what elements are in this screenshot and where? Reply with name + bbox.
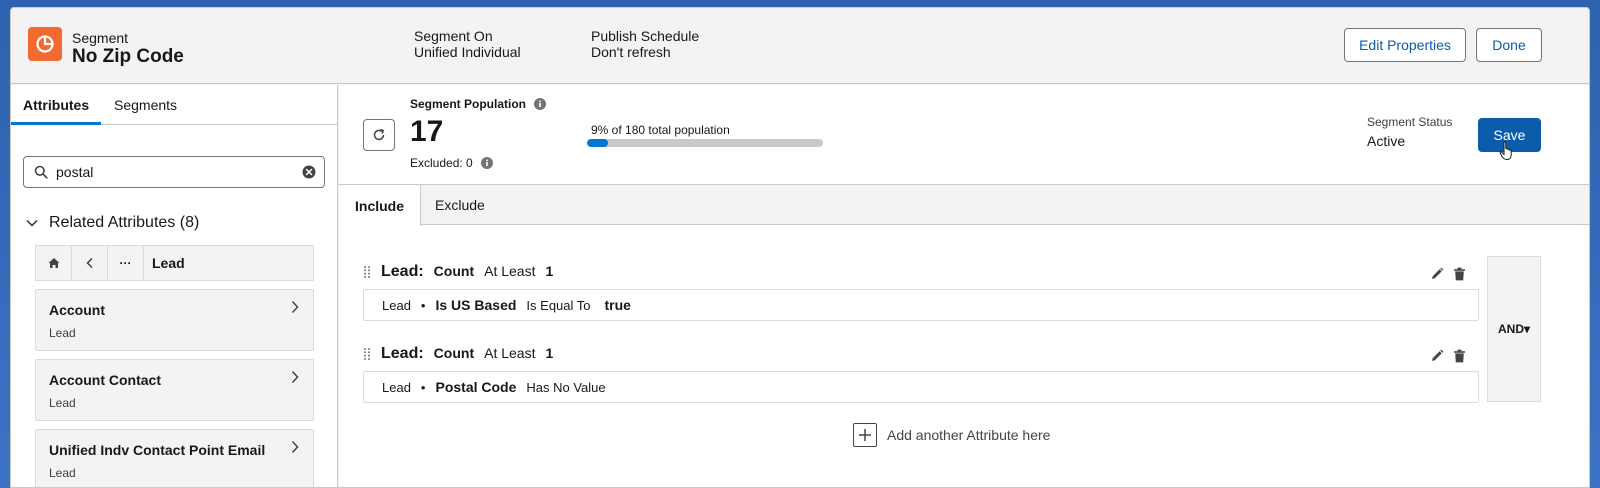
list-item-title: Account <box>49 302 105 318</box>
logic-operator-dropdown[interactable]: AND▾ <box>1487 256 1541 402</box>
segment-pie-icon <box>28 27 62 61</box>
breadcrumb-current: Lead <box>152 255 185 271</box>
block-value: 1 <box>545 345 554 361</box>
drag-handle-icon[interactable] <box>363 265 371 279</box>
tab-segments[interactable]: Segments <box>114 97 177 113</box>
block-operator: At Least <box>484 263 536 279</box>
clear-search-icon[interactable] <box>302 165 316 179</box>
refresh-icon <box>373 128 385 141</box>
rule-bullet: • <box>420 297 426 313</box>
block-operator: At Least <box>484 345 536 361</box>
criteria-rule-row[interactable]: Lead • Is US Based Is Equal To true <box>363 289 1479 321</box>
segment-builder-window: Segment No Zip Code Segment On Unified I… <box>10 7 1590 488</box>
add-icon <box>853 423 877 447</box>
population-label-row: Segment Population <box>410 97 547 111</box>
home-button[interactable] <box>36 246 72 280</box>
active-tab-indicator <box>11 122 101 125</box>
rule-attribute: Postal Code <box>435 379 517 395</box>
refresh-population-button[interactable] <box>363 119 395 151</box>
population-percent-text: 9% of 180 total population <box>591 123 730 137</box>
list-item-subtitle: Lead <box>49 466 76 480</box>
excluded-count: Excluded: 0 <box>410 156 473 170</box>
publish-schedule-label: Publish Schedule <box>591 28 700 44</box>
criteria-block-header: Lead: Count At Least 1 <box>381 345 553 363</box>
object-type-label: Segment <box>72 30 129 46</box>
info-icon[interactable] <box>534 98 547 110</box>
block-measure: Count <box>433 263 475 279</box>
segment-status-value: Active <box>1367 133 1406 149</box>
chevron-right-icon <box>291 300 299 314</box>
tab-attributes[interactable]: Attributes <box>23 97 89 113</box>
segment-on-value: Unified Individual <box>414 44 521 60</box>
block-object: Lead: <box>381 345 424 362</box>
block-object: Lead: <box>381 263 424 280</box>
population-count: 17 <box>410 115 444 148</box>
hand-cursor-icon <box>1499 141 1512 161</box>
chevron-right-icon <box>291 370 299 384</box>
edit-properties-button[interactable]: Edit Properties <box>1344 28 1466 62</box>
delete-trash-icon[interactable] <box>1453 267 1466 281</box>
more-path-button[interactable]: ··· <box>108 246 144 280</box>
list-item-title: Unified Indv Contact Point Email <box>49 442 266 458</box>
block-value: 1 <box>545 263 554 279</box>
drag-handle-icon[interactable] <box>363 347 371 361</box>
attribute-search-input[interactable]: postal <box>23 156 325 188</box>
list-item-account[interactable]: Account Lead <box>35 289 314 351</box>
done-button[interactable]: Done <box>1476 28 1542 62</box>
chevron-left-icon <box>85 257 93 269</box>
related-attributes-toggle[interactable]: Related Attributes (8) <box>25 214 199 232</box>
rule-object: Lead <box>382 379 411 395</box>
population-label: Segment Population <box>410 97 527 111</box>
block-measure: Count <box>433 345 475 361</box>
page-header: Segment No Zip Code Segment On Unified I… <box>11 8 1589 84</box>
tab-include[interactable]: Include <box>339 185 421 226</box>
population-progress-bar <box>587 139 823 147</box>
list-item-unified-indv-email[interactable]: Unified Indv Contact Point Email Lead <box>35 429 314 487</box>
chevron-right-icon <box>291 440 299 454</box>
rule-object: Lead <box>382 297 411 313</box>
segment-canvas: Segment Population 17 Excluded: 0 9% of … <box>339 85 1589 487</box>
chevron-down-icon <box>26 219 38 227</box>
add-attribute-drop-zone[interactable]: Add another Attribute here <box>853 423 1050 447</box>
list-item-subtitle: Lead <box>49 326 76 340</box>
page-title: No Zip Code <box>72 46 184 67</box>
excluded-row: Excluded: 0 <box>410 156 493 170</box>
add-attribute-label: Add another Attribute here <box>887 427 1051 443</box>
include-exclude-tabs: Include Exclude <box>339 185 1589 226</box>
delete-trash-icon[interactable] <box>1453 349 1466 363</box>
criteria-rule-row[interactable]: Lead • Postal Code Has No Value <box>363 371 1479 403</box>
publish-schedule-value: Don't refresh <box>591 44 671 60</box>
edit-pencil-icon[interactable] <box>1430 267 1444 281</box>
criteria-block-header: Lead: Count At Least 1 <box>381 263 553 281</box>
tab-exclude[interactable]: Exclude <box>435 185 485 225</box>
list-item-title: Account Contact <box>49 372 161 388</box>
breadcrumb: ··· Lead <box>35 245 314 281</box>
list-item-account-contact[interactable]: Account Contact Lead <box>35 359 314 421</box>
info-icon[interactable] <box>480 157 493 169</box>
population-progress-fill <box>587 139 609 147</box>
library-tabs: Attributes Segments <box>11 85 337 125</box>
rule-attribute: Is US Based <box>435 297 517 313</box>
rule-operator: Is Equal To <box>526 297 591 313</box>
segment-on-label: Segment On <box>414 28 493 44</box>
rule-value: true <box>604 297 631 313</box>
home-icon <box>48 258 59 268</box>
edit-pencil-icon[interactable] <box>1430 349 1444 363</box>
search-value: postal <box>56 164 94 180</box>
segment-status-label: Segment Status <box>1367 115 1453 129</box>
attribute-library-panel: Attributes Segments postal Related Attri… <box>11 85 338 487</box>
back-button[interactable] <box>72 246 108 280</box>
rule-bullet: • <box>420 379 426 395</box>
list-item-subtitle: Lead <box>49 396 76 410</box>
rule-operator: Has No Value <box>526 379 606 395</box>
population-summary: Segment Population 17 Excluded: 0 9% of … <box>339 85 1589 185</box>
related-attributes-label: Related Attributes (8) <box>49 214 200 231</box>
search-icon <box>34 165 48 179</box>
